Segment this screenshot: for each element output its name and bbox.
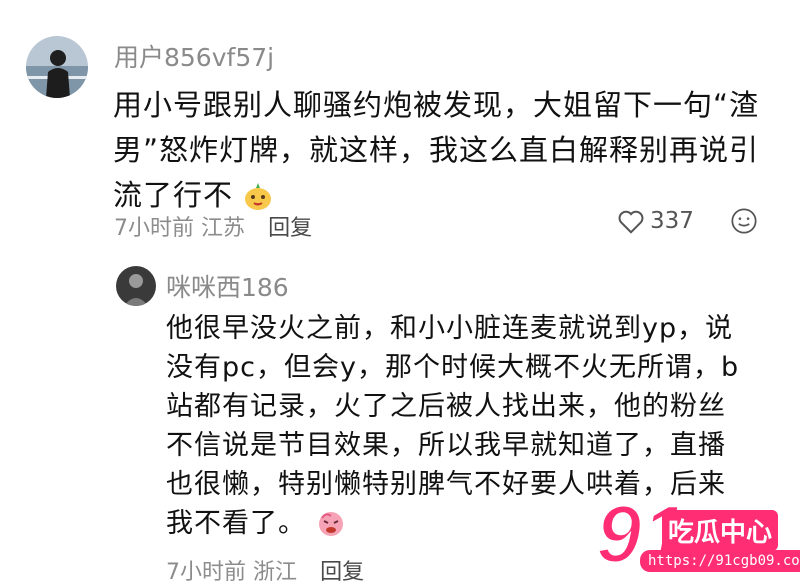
reply-line: 不信说是节目效果，所以我早就知道了，直播 xyxy=(166,430,726,461)
comment-reply-button[interactable]: 回复 xyxy=(268,216,312,241)
emoji-sticker-icon xyxy=(316,508,346,549)
comment-like-count: 337 xyxy=(650,208,694,234)
reply-line: 没有pc，但会y，那个时候大概不火无所谓，b xyxy=(166,352,740,383)
comment-text: 用小号跟别人聊骚约炮被发现，大姐留下一句“渣 男”怒炸灯牌，就这样，我这么直白解… xyxy=(113,83,773,224)
comment-time-location: 7小时前 江苏 xyxy=(114,216,245,241)
comment-like-button[interactable]: 337 xyxy=(616,206,694,236)
reply-time-location: 7小时前 浙江 xyxy=(166,560,297,585)
reply-avatar[interactable] xyxy=(116,266,156,306)
watermark-url: https://91cgb09.com xyxy=(640,550,800,572)
site-watermark-logo: 91 吃瓜中心 https://91cgb09.com xyxy=(594,492,800,578)
reply-meta: 7小时前 浙江 回复 xyxy=(166,554,364,586)
reply-reply-button[interactable]: 回复 xyxy=(320,560,364,585)
smiley-icon[interactable] xyxy=(730,207,758,235)
reply-line: 他很早没火之前，和小小脏连麦就说到yp，说 xyxy=(166,313,734,344)
comment-line: 用小号跟别人聊骚约炮被发现，大姐留下一句“渣 xyxy=(113,88,760,122)
reply-line: 站都有记录，火了之后被人找出来，他的粉丝 xyxy=(166,391,726,422)
reply-username[interactable]: 咪咪西186 xyxy=(166,268,289,304)
user-avatar[interactable] xyxy=(26,36,88,98)
watermark-name: 吃瓜中心 xyxy=(662,510,779,551)
heart-icon xyxy=(616,206,646,236)
comment-line: 男”怒炸灯牌，就这样，我这么直白解释别再说引 xyxy=(113,133,760,167)
comment-meta: 7小时前 江苏 回复 xyxy=(114,210,312,242)
comment-username[interactable]: 用户856vf57j xyxy=(114,38,274,74)
